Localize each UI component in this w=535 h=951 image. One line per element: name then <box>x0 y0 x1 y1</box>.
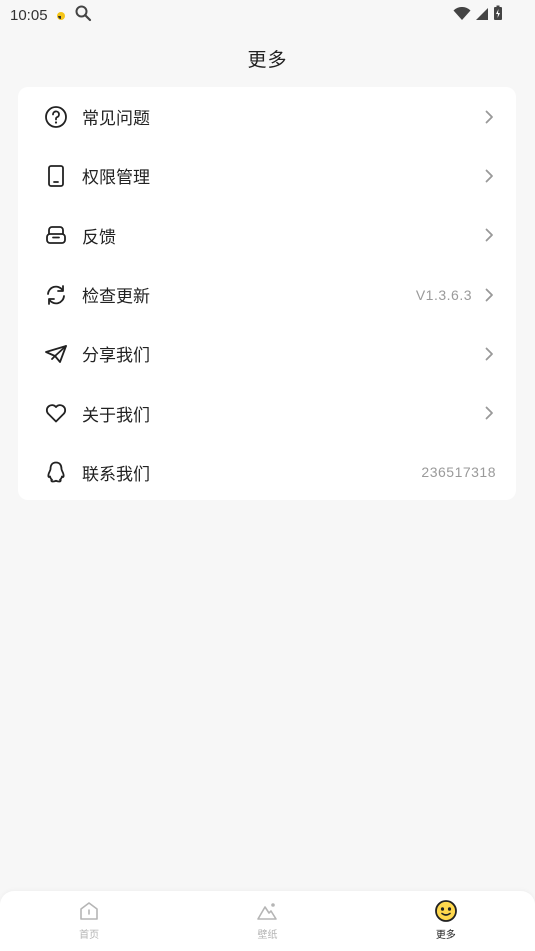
qq-penguin-icon <box>44 460 68 484</box>
menu-item-label: 联系我们 <box>82 464 150 485</box>
header: 更多 <box>0 38 535 78</box>
smiley-face-icon <box>434 899 458 923</box>
menu-item-check-update[interactable]: 检查更新 V1.3.6.3 <box>18 265 516 324</box>
question-circle-icon <box>44 105 68 129</box>
search-status-icon <box>74 4 92 26</box>
notification-dot-icon <box>56 6 66 25</box>
menu-item-feedback[interactable]: 反馈 <box>18 206 516 265</box>
tab-more[interactable]: 更多 <box>357 891 535 951</box>
tab-home[interactable]: 首页 <box>0 891 178 951</box>
menu-item-share[interactable]: 分享我们 <box>18 324 516 383</box>
cellular-signal-icon <box>475 6 489 25</box>
menu-item-about[interactable]: 关于我们 <box>18 383 516 442</box>
phone-device-icon <box>44 164 68 188</box>
tab-label: 首页 <box>79 930 100 941</box>
menu-item-label: 反馈 <box>82 227 116 248</box>
inbox-tray-icon <box>44 223 68 247</box>
chevron-right-icon <box>482 406 496 420</box>
tab-label: 更多 <box>435 930 456 941</box>
menu-item-label: 分享我们 <box>82 346 150 367</box>
menu-item-permissions[interactable]: 权限管理 <box>18 146 516 205</box>
menu-item-contact[interactable]: 联系我们 236517318 <box>18 443 516 502</box>
settings-menu-card: 常见问题 权限管理 反馈 检查更新 V1.3.6.3 分享我们 关于我们 联系我… <box>18 87 516 500</box>
version-value: V1.3.6.3 <box>415 286 472 303</box>
battery-charging-icon <box>493 5 503 25</box>
chevron-right-icon <box>482 347 496 361</box>
wifi-icon <box>453 6 471 25</box>
refresh-icon <box>44 283 68 307</box>
status-time: 10:05 <box>10 6 48 24</box>
chevron-right-icon <box>482 288 496 302</box>
menu-item-faq[interactable]: 常见问题 <box>18 87 516 146</box>
menu-item-label: 权限管理 <box>82 168 150 189</box>
tab-wallpaper[interactable]: 壁纸 <box>178 891 356 951</box>
status-bar: 10:05 <box>0 0 535 30</box>
heart-icon <box>44 401 68 425</box>
contact-number-value: 236517318 <box>421 464 496 481</box>
page-title: 更多 <box>247 48 288 71</box>
tab-label: 壁纸 <box>257 930 278 941</box>
chevron-right-icon <box>482 110 496 124</box>
menu-item-label: 关于我们 <box>82 405 150 426</box>
menu-item-label: 检查更新 <box>82 287 150 308</box>
bottom-tab-bar: 首页 壁纸 更多 <box>0 891 535 951</box>
paper-plane-icon <box>44 342 68 366</box>
chevron-right-icon <box>482 228 496 242</box>
menu-item-label: 常见问题 <box>82 109 150 130</box>
mountain-icon <box>255 899 279 923</box>
home-icon <box>77 899 101 923</box>
chevron-right-icon <box>482 169 496 183</box>
